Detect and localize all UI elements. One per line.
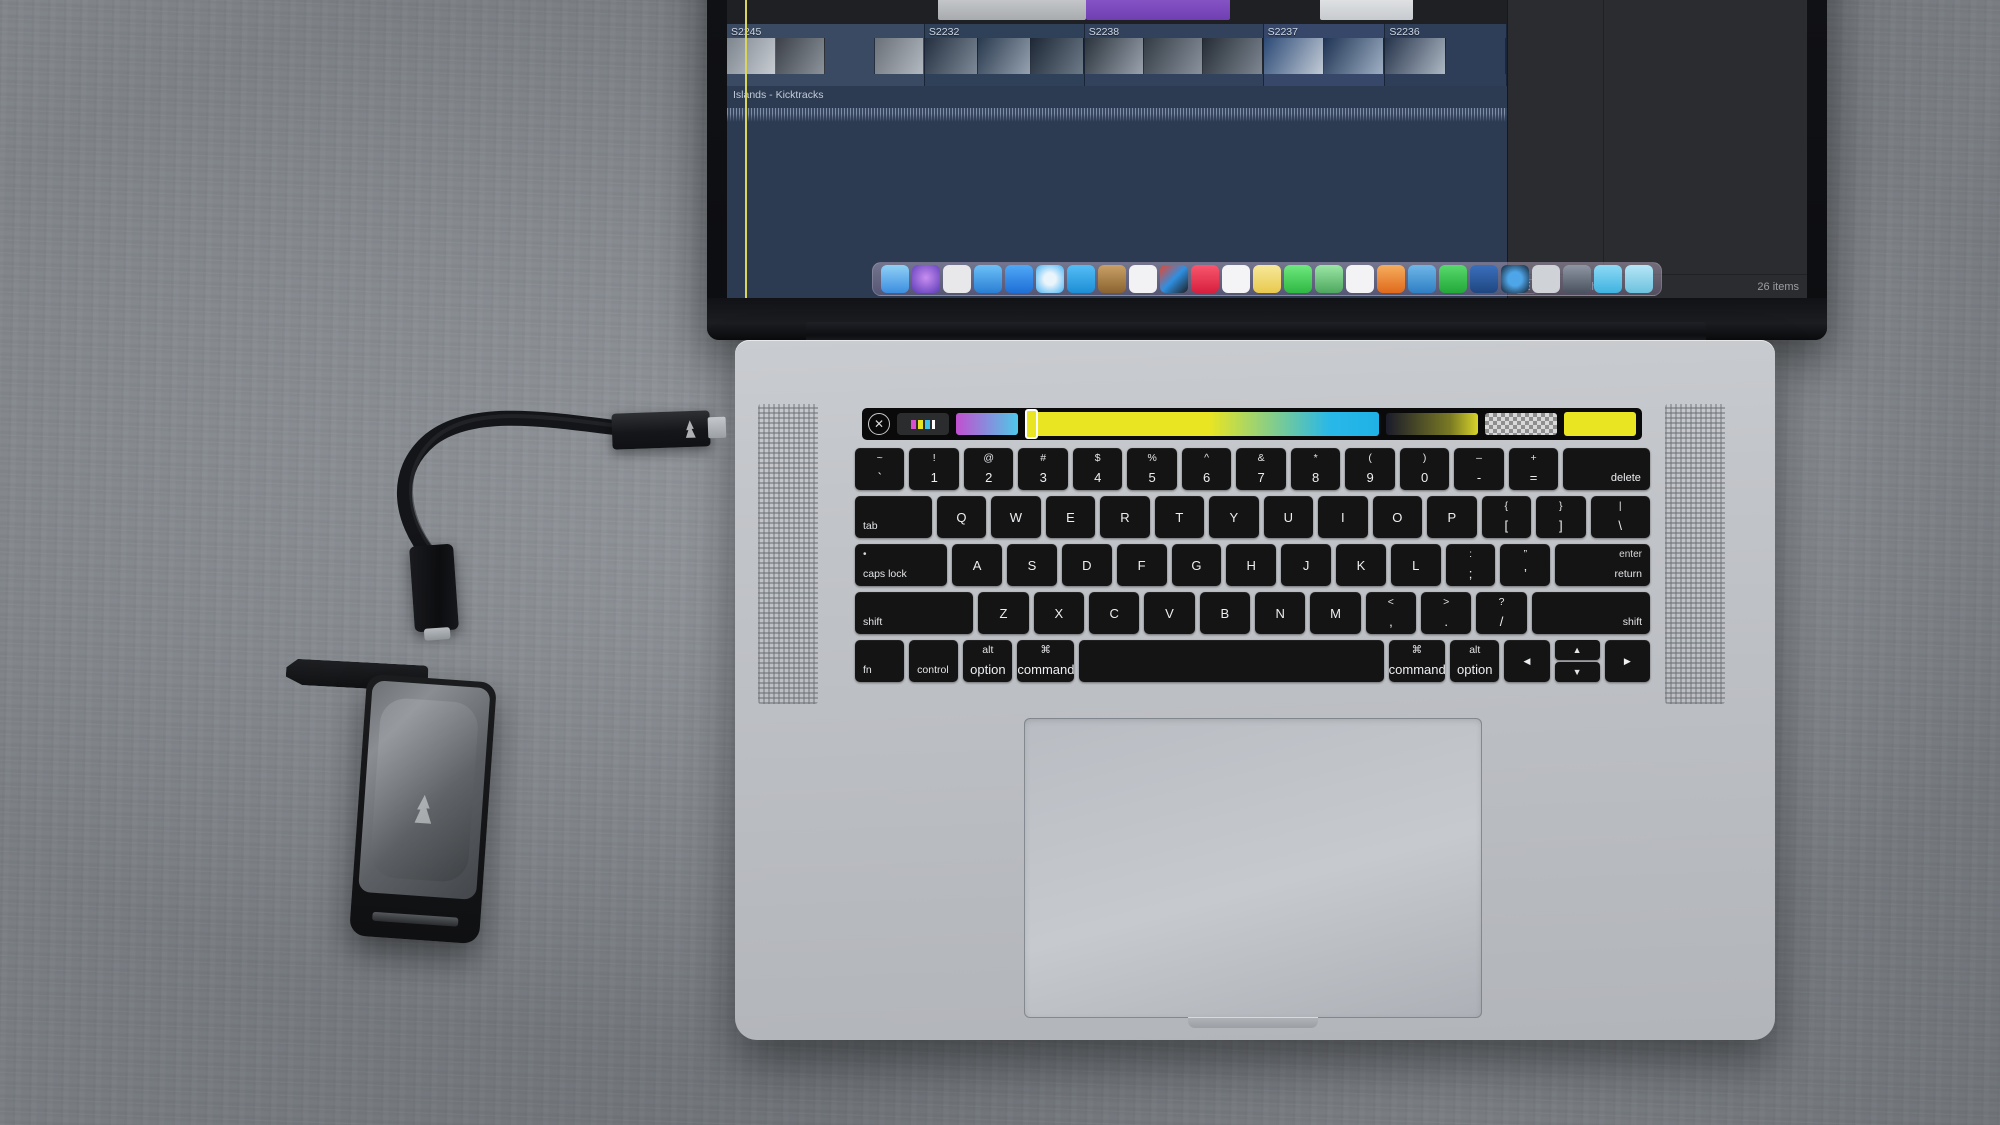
corsair-sails-icon — [685, 420, 696, 438]
timeline-clip-label: S2237 — [1267, 26, 1298, 38]
usb-c-cable — [396, 410, 626, 564]
ssd-gloss-highlight — [369, 696, 480, 884]
corsair-portable-ssd — [349, 673, 497, 945]
timeline-playhead[interactable] — [745, 0, 747, 298]
timeline-clip-label: S2238 — [1088, 26, 1120, 38]
usb-c-connector-laptop-end — [611, 410, 727, 450]
corsair-sails-icon — [414, 794, 432, 824]
usb-c-metal-tip — [707, 416, 727, 439]
usb-c-connector-ssd-end — [409, 543, 459, 633]
timeline-clip-label: S2236 — [1389, 26, 1420, 38]
timeline-clip-label: S2232 — [928, 26, 960, 38]
